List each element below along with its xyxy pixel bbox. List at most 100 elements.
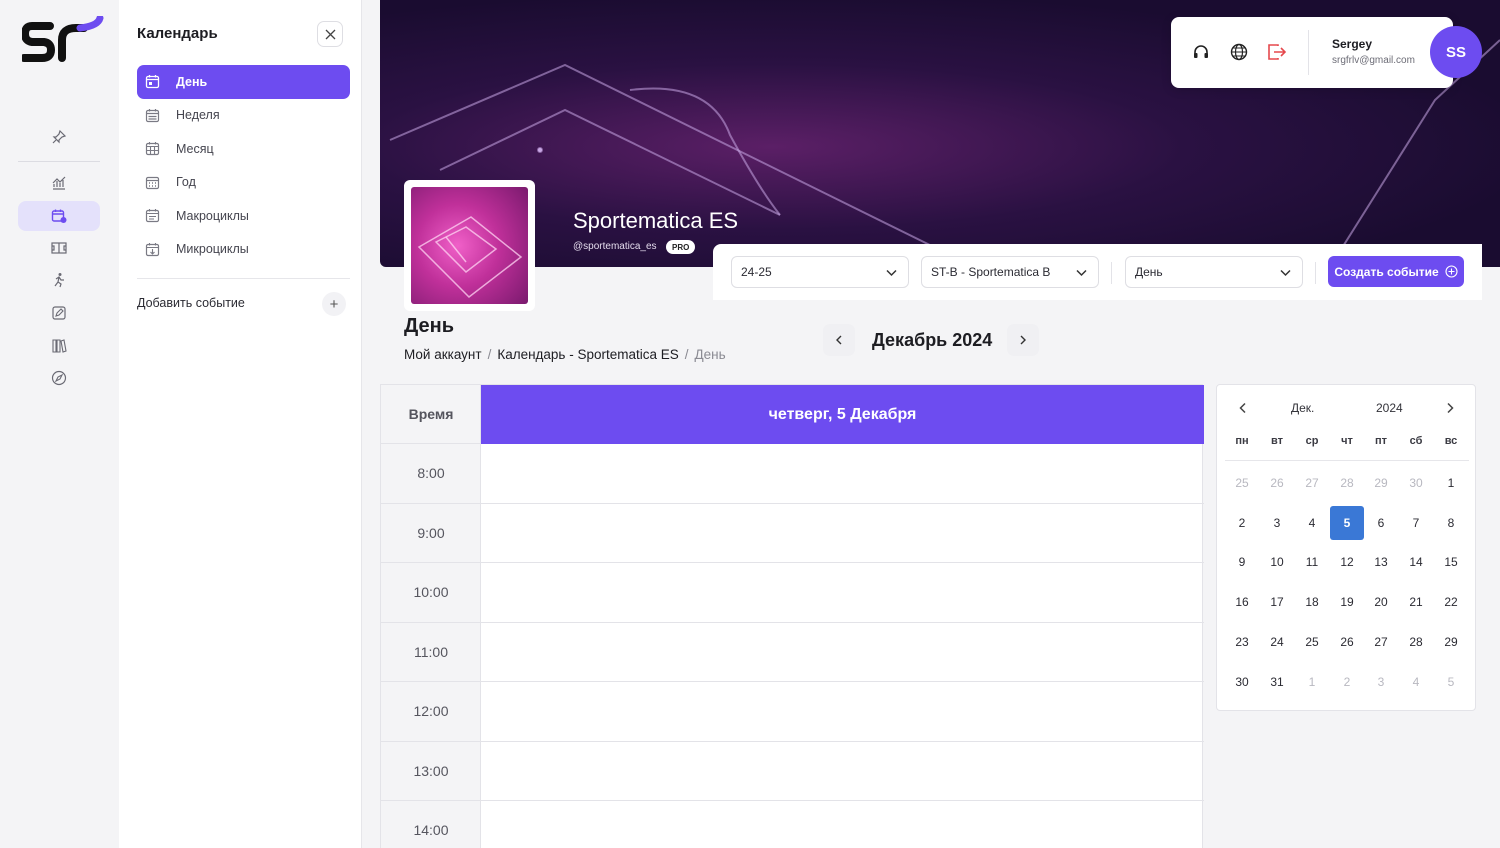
time-slot-row[interactable]: 8:00	[381, 444, 1204, 504]
breadcrumb-separator: /	[684, 347, 689, 362]
nav-item-year[interactable]: Год	[137, 166, 350, 200]
day-cell[interactable]: 25	[1295, 625, 1329, 659]
nav-item-day[interactable]: День	[137, 65, 350, 99]
nav-item-microcycles[interactable]: Микроциклы	[137, 233, 350, 267]
day-cell[interactable]: 1	[1295, 665, 1329, 699]
time-slot-row[interactable]: 10:00	[381, 563, 1204, 623]
day-cell[interactable]: 28	[1399, 625, 1433, 659]
main-content: Sergey srgfrlv@gmail.com SS Sportematica…	[362, 0, 1500, 848]
add-event-label[interactable]: Добавить событие	[137, 296, 245, 310]
day-cell[interactable]: 16	[1225, 585, 1259, 619]
day-cell[interactable]: 8	[1434, 506, 1468, 540]
next-month-button[interactable]	[1007, 324, 1039, 356]
day-cell[interactable]: 26	[1260, 466, 1294, 500]
day-cell[interactable]: 2	[1330, 665, 1364, 699]
time-slot-row[interactable]: 12:00	[381, 682, 1204, 742]
logout-button[interactable]	[1266, 41, 1288, 63]
day-grid: Время четверг, 5 Декабря 8:00 9:00 10:00…	[380, 384, 1204, 848]
team-logo-image	[411, 187, 528, 304]
nav-item-week[interactable]: Неделя	[137, 99, 350, 133]
time-slot-row[interactable]: 9:00	[381, 504, 1204, 563]
day-cell[interactable]: 10	[1260, 545, 1294, 579]
time-label: 12:00	[413, 703, 449, 720]
rail-item-field[interactable]	[18, 233, 100, 263]
time-slot-row[interactable]: 14:00	[381, 801, 1204, 848]
day-cell[interactable]: 12	[1330, 545, 1364, 579]
day-cell[interactable]: 27	[1364, 625, 1398, 659]
day-cell[interactable]: 6	[1364, 506, 1398, 540]
day-cell[interactable]: 26	[1330, 625, 1364, 659]
edit-icon	[52, 306, 66, 320]
rail-item-edit[interactable]	[18, 298, 100, 328]
time-slot-row[interactable]: 11:00	[381, 623, 1204, 682]
view-select[interactable]: День	[1125, 256, 1303, 288]
day-cell[interactable]: 14	[1399, 545, 1433, 579]
season-select[interactable]: 24-25	[731, 256, 909, 288]
add-event-button[interactable]: +	[322, 292, 346, 316]
rail-item-runner[interactable]	[18, 265, 100, 295]
day-cell[interactable]: 3	[1260, 506, 1294, 540]
team-logo[interactable]	[404, 180, 535, 311]
day-cell[interactable]: 4	[1295, 506, 1329, 540]
support-button[interactable]	[1190, 41, 1212, 63]
day-cell[interactable]: 24	[1260, 625, 1294, 659]
day-cell[interactable]: 28	[1330, 466, 1364, 500]
selected-day[interactable]: 5	[1330, 505, 1364, 540]
day-cell[interactable]: 22	[1434, 585, 1468, 619]
chevron-left-icon	[836, 335, 842, 345]
logout-icon	[1268, 44, 1287, 60]
day-cell[interactable]: 30	[1225, 665, 1259, 699]
weekday-label: вс	[1444, 435, 1458, 447]
day-cell[interactable]: 29	[1364, 466, 1398, 500]
avatar[interactable]: SS	[1430, 26, 1482, 78]
day-cell[interactable]: 4	[1399, 665, 1433, 699]
library-icon	[52, 339, 67, 353]
day-cell[interactable]: 19	[1330, 585, 1364, 619]
day-cell[interactable]: 27	[1295, 466, 1329, 500]
day-cell[interactable]: 30	[1399, 466, 1433, 500]
day-cell[interactable]: 7	[1399, 506, 1433, 540]
language-button[interactable]	[1228, 41, 1250, 63]
day-cell[interactable]: 15	[1434, 545, 1468, 579]
create-event-button[interactable]: Создать событие	[1328, 256, 1464, 287]
nav-item-month[interactable]: Месяц	[137, 132, 350, 166]
day-cell[interactable]: 23	[1225, 625, 1259, 659]
rail-item-compass[interactable]	[18, 363, 100, 393]
page-title: День	[404, 315, 454, 337]
day-cell[interactable]: 2	[1225, 506, 1259, 540]
day-cell[interactable]: 17	[1260, 585, 1294, 619]
day-cell[interactable]: 1	[1434, 466, 1468, 500]
day-cell[interactable]: 9	[1225, 545, 1259, 579]
nav-item-label: Год	[176, 175, 196, 190]
logo[interactable]	[22, 16, 104, 68]
mini-prev-button[interactable]	[1234, 399, 1252, 417]
weekday-label: пт	[1374, 435, 1388, 447]
rail-item-library[interactable]	[18, 331, 100, 361]
day-cell[interactable]: 25	[1225, 466, 1259, 500]
day-cell[interactable]: 13	[1364, 545, 1398, 579]
time-slot-row[interactable]: 13:00	[381, 742, 1204, 801]
prev-month-button[interactable]	[823, 324, 855, 356]
day-cell[interactable]: 11	[1295, 545, 1329, 579]
mini-month[interactable]: Дек.	[1291, 401, 1314, 415]
breadcrumb-calendar[interactable]: Календарь - Sportematica ES	[497, 347, 678, 362]
day-cell[interactable]: 21	[1399, 585, 1433, 619]
team-select[interactable]: ST-B - Sportematica B	[921, 256, 1099, 288]
day-cell[interactable]: 31	[1260, 665, 1294, 699]
day-cell[interactable]: 5	[1434, 665, 1468, 699]
mini-year[interactable]: 2024	[1376, 401, 1403, 415]
breadcrumb: Мой аккаунт / Календарь - Sportematica E…	[404, 347, 726, 362]
rail-item-pin[interactable]	[18, 122, 100, 152]
month-label: Декабрь 2024	[872, 330, 993, 350]
rail-item-calendar[interactable]	[18, 201, 100, 231]
day-cell[interactable]: 3	[1364, 665, 1398, 699]
mini-next-button[interactable]	[1441, 399, 1459, 417]
nav-item-macrocycles[interactable]: Макроциклы	[137, 199, 350, 233]
close-button[interactable]	[317, 21, 343, 47]
rail-item-analytics[interactable]	[18, 168, 100, 198]
breadcrumb-account[interactable]: Мой аккаунт	[404, 347, 482, 362]
day-cell[interactable]: 18	[1295, 585, 1329, 619]
day-cell[interactable]: 20	[1364, 585, 1398, 619]
day-cell[interactable]: 29	[1434, 625, 1468, 659]
time-label: 10:00	[413, 584, 449, 601]
